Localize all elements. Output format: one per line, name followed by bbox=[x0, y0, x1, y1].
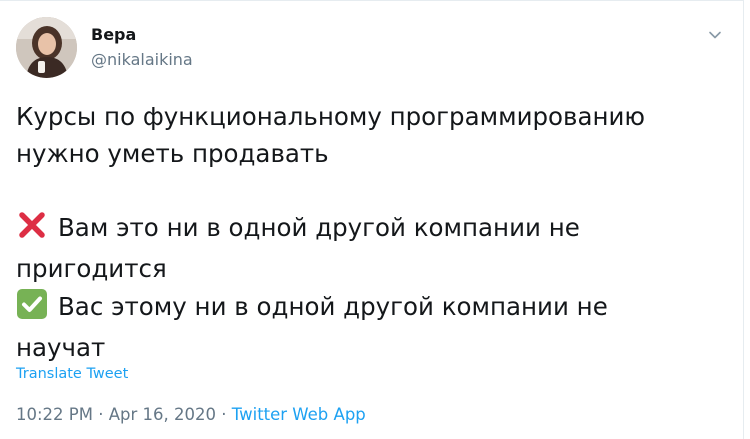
chevron-down-icon[interactable] bbox=[703, 23, 727, 47]
avatar[interactable] bbox=[16, 17, 77, 78]
check-mark-button-icon bbox=[16, 288, 48, 331]
author-name[interactable]: Вера bbox=[91, 25, 136, 45]
tweet-line: пригодится bbox=[16, 254, 167, 283]
cross-item: Вам это ни в одной другой компании не bbox=[16, 209, 716, 252]
tweet-line: научат bbox=[16, 333, 106, 362]
avatar-image bbox=[16, 17, 77, 78]
tweet-line: нужно уметь продавать bbox=[16, 138, 329, 168]
tweet-line: Курсы по функциональному программировани… bbox=[16, 102, 646, 131]
translate-tweet-link[interactable]: Translate Tweet bbox=[16, 365, 128, 383]
tweet-text: Курсы по функциональному программировани… bbox=[16, 99, 716, 367]
tweet-date[interactable]: Apr 16, 2020 bbox=[109, 405, 216, 424]
cross-mark-icon bbox=[16, 209, 48, 252]
tweet-source-link[interactable]: Twitter Web App bbox=[232, 405, 366, 424]
author-handle[interactable]: @nikalaikina bbox=[91, 50, 193, 70]
meta-separator: · bbox=[216, 405, 232, 424]
tweet-meta: 10:22 PM · Apr 16, 2020 · Twitter Web Ap… bbox=[16, 405, 366, 425]
tweet-card: Вера @nikalaikina Курсы по функционально… bbox=[0, 0, 744, 439]
meta-separator: · bbox=[92, 405, 109, 424]
cross-item-text: Вам это ни в одной другой компании не bbox=[58, 212, 580, 242]
check-item-text: Вас этому ни в одной другой компании не bbox=[58, 291, 608, 321]
tweet-time[interactable]: 10:22 PM bbox=[16, 405, 93, 424]
check-item: Вас этому ни в одной другой компании не bbox=[16, 288, 716, 331]
